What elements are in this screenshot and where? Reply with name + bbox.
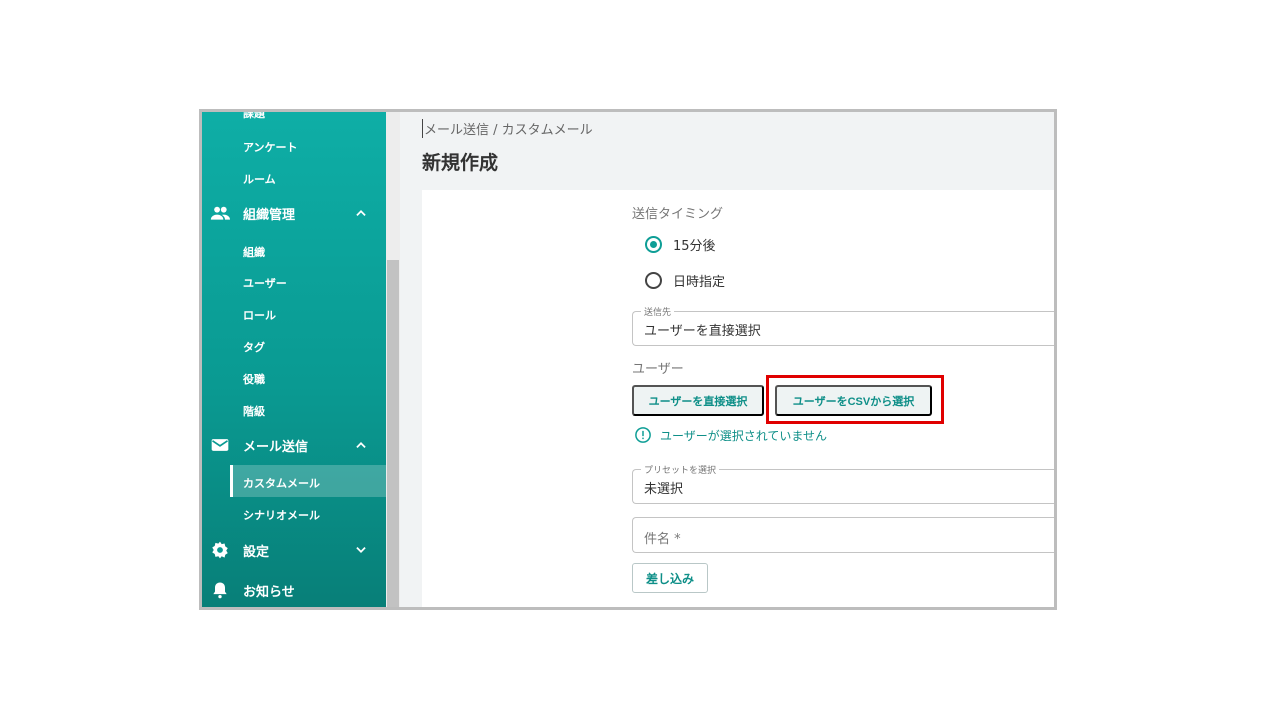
sidebar-item-room[interactable]: ルーム [243, 171, 276, 187]
radio-checked-icon[interactable] [645, 235, 662, 253]
timing-label: 送信タイミング [632, 207, 724, 222]
subject-placeholder: 件名 * [644, 532, 681, 547]
main-content: メール送信 / カスタムメール 新規作成 送信タイミング 15分後 日時指定 送… [400, 112, 1054, 607]
page-title: 新規作成 [422, 152, 499, 174]
chevron-up-icon[interactable] [354, 206, 368, 220]
sidebar-item-tags[interactable]: タグ [243, 339, 265, 355]
destination-value: ユーザーを直接選択 [644, 324, 761, 339]
sidebar-group-label: 設定 [243, 544, 270, 560]
sidebar-item-users[interactable]: ユーザー [243, 275, 287, 291]
timing-option-datetime[interactable]: 日時指定 [645, 269, 725, 291]
mail-icon [211, 439, 229, 451]
sidebar-item-ranks[interactable]: 階級 [243, 403, 265, 419]
subject-input[interactable]: 件名 * [632, 517, 1054, 553]
sidebar-group-organization[interactable]: 組織管理 [202, 198, 386, 228]
sidebar: 課題 アンケート ルーム 組織管理 組織 ユーザー ロール タグ 役職 階級 メ… [202, 112, 386, 607]
timing-option-15min[interactable]: 15分後 [645, 233, 716, 255]
preset-legend: プリセットを選択 [641, 463, 720, 476]
sidebar-group-label: お知らせ [243, 584, 295, 600]
radio-label: 15分後 [673, 238, 716, 254]
highlight-box [766, 375, 944, 424]
scrollbar-thumb[interactable] [387, 260, 399, 607]
alert-circle-icon [635, 427, 651, 443]
insert-variable-button[interactable]: 差し込み [632, 563, 708, 593]
radio-label: 日時指定 [673, 274, 726, 290]
mail-form-card: 送信タイミング 15分後 日時指定 送信先 ユーザーを直接選択 ユーザー ユーザ… [422, 190, 1054, 607]
gear-icon [212, 541, 228, 559]
sidebar-item-assignment[interactable]: 課題 [243, 112, 265, 121]
people-icon [210, 206, 230, 220]
sidebar-group-label: メール送信 [243, 439, 309, 455]
sidebar-item-survey[interactable]: アンケート [243, 139, 298, 155]
chevron-up-icon[interactable] [354, 438, 368, 452]
users-warning: ユーザーが選択されていません [634, 425, 827, 445]
select-users-direct-button[interactable]: ユーザーを直接選択 [632, 385, 764, 416]
users-warning-text: ユーザーが選択されていません [660, 428, 828, 443]
sidebar-item-scenario-mail[interactable]: シナリオメール [243, 507, 320, 523]
bell-icon [213, 582, 227, 599]
sidebar-scrollbar[interactable] [386, 112, 400, 607]
preset-select[interactable]: プリセットを選択 未選択 [632, 463, 1054, 504]
app-window: 課題 アンケート ルーム 組織管理 組織 ユーザー ロール タグ 役職 階級 メ… [199, 109, 1057, 610]
sidebar-item-organization[interactable]: 組織 [243, 244, 265, 260]
destination-select[interactable]: 送信先 ユーザーを直接選択 [632, 305, 1054, 346]
chevron-down-icon[interactable] [354, 543, 368, 557]
sidebar-item-notifications[interactable]: お知らせ [202, 575, 386, 605]
sidebar-group-label: 組織管理 [243, 207, 296, 223]
sidebar-group-settings[interactable]: 設定 [202, 535, 386, 565]
sidebar-item-roles[interactable]: ロール [243, 307, 276, 323]
destination-legend: 送信先 [641, 305, 675, 318]
sidebar-group-mail[interactable]: メール送信 [202, 430, 386, 460]
preset-value: 未選択 [644, 482, 684, 497]
breadcrumb: メール送信 / カスタムメール [422, 119, 593, 138]
sidebar-item-custom-mail[interactable]: カスタムメール [243, 475, 320, 491]
users-label: ユーザー [632, 362, 684, 377]
radio-unchecked-icon[interactable] [645, 271, 662, 289]
sidebar-item-positions[interactable]: 役職 [243, 371, 265, 387]
